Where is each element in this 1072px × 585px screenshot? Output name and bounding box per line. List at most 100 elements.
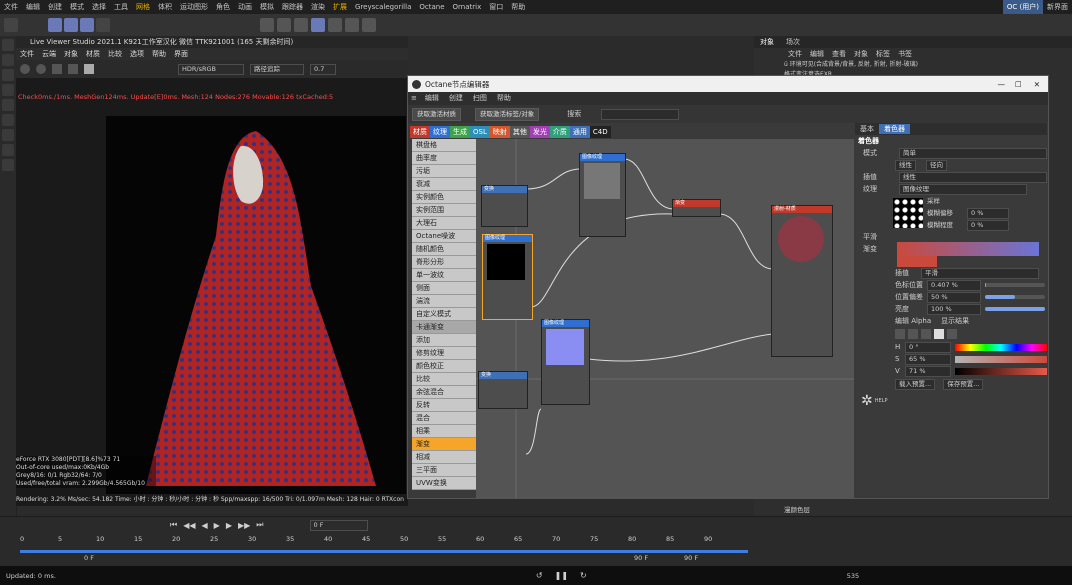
pos-offset-slider[interactable] (985, 295, 1045, 299)
cube-icon[interactable] (260, 18, 274, 32)
diffuse-material-node[interactable]: 漫射-材质 (771, 205, 833, 357)
tab-emission[interactable]: 发光 (529, 126, 550, 138)
channel-item[interactable]: 漫颜色层 (784, 504, 810, 516)
obj-menu-tags[interactable]: 标签 (872, 49, 894, 59)
menu-create[interactable]: 创建 (44, 0, 66, 14)
saturation-slider[interactable] (955, 355, 1047, 363)
menu-mograph[interactable]: 运动图形 (176, 0, 212, 14)
color-pos-field[interactable]: 0.407 % (927, 279, 981, 291)
node-item[interactable]: Octane噪波 (412, 230, 476, 243)
hamburger-icon[interactable]: ≡ (408, 92, 420, 105)
interp2-select[interactable]: 平滑 (921, 267, 1039, 279)
magnet-icon[interactable] (2, 144, 14, 156)
tab-medium[interactable]: 介质 (549, 126, 570, 138)
viewer-menu-file[interactable]: 文件 (16, 48, 38, 60)
menu-mode[interactable]: 模式 (66, 0, 88, 14)
color-pos-slider[interactable] (985, 283, 1045, 287)
viewer-menu-objects[interactable]: 对象 (60, 48, 82, 60)
menu-render[interactable]: 渲染 (307, 0, 329, 14)
deformer-icon[interactable] (311, 18, 325, 32)
save-preset-button[interactable]: 保存预置... (943, 378, 984, 390)
lock-icon[interactable] (84, 64, 94, 74)
new-layout-label[interactable]: 新界面 (1043, 0, 1072, 14)
list-item[interactable]: ü 环境可见(合成背景/背景, 反射, 折射, 折射-玻璃) (754, 60, 1072, 70)
menu-mesh[interactable]: 网格 (132, 0, 154, 14)
knife-icon[interactable] (2, 129, 14, 141)
blur-amount-field[interactable]: 0 % (967, 219, 1009, 231)
timeline-ruler[interactable]: 0 5 10 15 20 25 30 35 40 45 50 55 60 65 … (0, 533, 1072, 545)
paint-icon[interactable] (2, 159, 14, 171)
blur-offset-field[interactable]: 0 % (967, 207, 1009, 219)
menu-volume[interactable]: 体积 (154, 0, 176, 14)
render-value-field[interactable]: 0.7 (310, 63, 336, 75)
node-item[interactable]: 侧面 (412, 282, 476, 295)
node-item[interactable]: 实例颜色 (412, 191, 476, 204)
restart-render-icon[interactable] (36, 64, 46, 74)
close-icon[interactable]: ✕ (1034, 80, 1040, 89)
tab-osl[interactable]: OSL (470, 126, 490, 138)
node-item[interactable]: 反转 (412, 399, 476, 412)
node-item[interactable]: 颜色校正 (412, 360, 476, 373)
menu-select[interactable]: 选择 (88, 0, 110, 14)
undo-icon[interactable] (4, 18, 18, 32)
octane-menu-help[interactable]: 帮助 (492, 92, 516, 105)
select-tool-icon[interactable] (2, 84, 14, 96)
h-field[interactable]: 0 ° (905, 341, 951, 353)
menu-animate[interactable]: 动画 (234, 0, 256, 14)
prev-key-icon[interactable]: ◀◀ (183, 521, 195, 530)
obj-menu-bookmarks[interactable]: 书签 (894, 49, 916, 59)
interp-select[interactable]: 线性 (899, 171, 1047, 183)
minimize-icon[interactable]: — (997, 80, 1005, 89)
brightness-slider[interactable] (985, 307, 1045, 311)
y-axis-icon[interactable] (64, 18, 78, 32)
maximize-icon[interactable]: ☐ (1015, 80, 1022, 89)
node-item[interactable]: 修剪纹理 (412, 347, 476, 360)
obj-menu-file[interactable]: 文件 (784, 49, 806, 59)
layout-tab[interactable]: OC (用户) (1002, 0, 1043, 14)
menu-window[interactable]: 窗口 (485, 0, 507, 14)
value-slider[interactable] (955, 367, 1047, 375)
range-end-2[interactable]: 90 F (684, 554, 698, 562)
node-item[interactable]: 卡通渐变 (412, 321, 476, 334)
menu-tracker[interactable]: 跟踪器 (278, 0, 307, 14)
viewer-menu-compare[interactable]: 比较 (104, 48, 126, 60)
node-item[interactable]: UVW变换 (412, 477, 476, 490)
hsv-mode-icon[interactable] (934, 329, 944, 339)
linear-button[interactable]: 线性 (895, 159, 916, 171)
node-item[interactable]: 相乘 (412, 425, 476, 438)
node-item[interactable]: 湍流 (412, 295, 476, 308)
get-active-tag-button[interactable]: 获取激活标签/对象 (475, 107, 540, 121)
image-texture-node-2[interactable]: 图像纹理 (482, 234, 533, 320)
node-item[interactable]: 污垢 (412, 165, 476, 178)
scene-icon[interactable] (328, 18, 342, 32)
camera-icon[interactable] (345, 18, 359, 32)
help-icon[interactable]: ✲ (861, 393, 873, 409)
node-item[interactable]: 余弦混合 (412, 386, 476, 399)
menu-file[interactable]: 文件 (0, 0, 22, 14)
play-icon[interactable]: ▶ (214, 521, 220, 530)
spectrum-icon[interactable] (908, 329, 918, 339)
menu-greyscalegorilla[interactable]: Greyscalegorilla (351, 0, 415, 14)
z-axis-icon[interactable] (80, 18, 94, 32)
node-item[interactable]: 棋盘格 (412, 139, 476, 152)
tab-general[interactable]: 通用 (569, 126, 590, 138)
search-input[interactable] (601, 108, 680, 120)
brush-icon[interactable] (2, 114, 14, 126)
load-preset-button[interactable]: 载入预置... (895, 378, 936, 390)
tab-generate[interactable]: 生成 (450, 126, 470, 138)
current-frame-field[interactable]: 0 F (309, 519, 368, 531)
next-key-icon[interactable]: ▶▶ (238, 521, 250, 530)
move-tool-icon[interactable] (2, 39, 14, 51)
kelvin-icon[interactable] (947, 329, 957, 339)
pause-icon[interactable] (52, 64, 62, 74)
colorspace-select[interactable]: HDR/sRGB (178, 63, 244, 75)
node-item[interactable]: 添加 (412, 334, 476, 347)
texture-select[interactable]: 图像纹理 (899, 183, 1027, 195)
node-item[interactable]: 大理石 (412, 217, 476, 230)
node-item[interactable]: 衰减 (412, 178, 476, 191)
send-scene-icon[interactable] (20, 64, 30, 74)
rewind-icon[interactable]: ↺ (536, 571, 543, 580)
tab-texture[interactable]: 纹理 (430, 126, 450, 138)
node-item[interactable]: 三平面 (412, 464, 476, 477)
scale-tool-icon[interactable] (2, 69, 14, 81)
